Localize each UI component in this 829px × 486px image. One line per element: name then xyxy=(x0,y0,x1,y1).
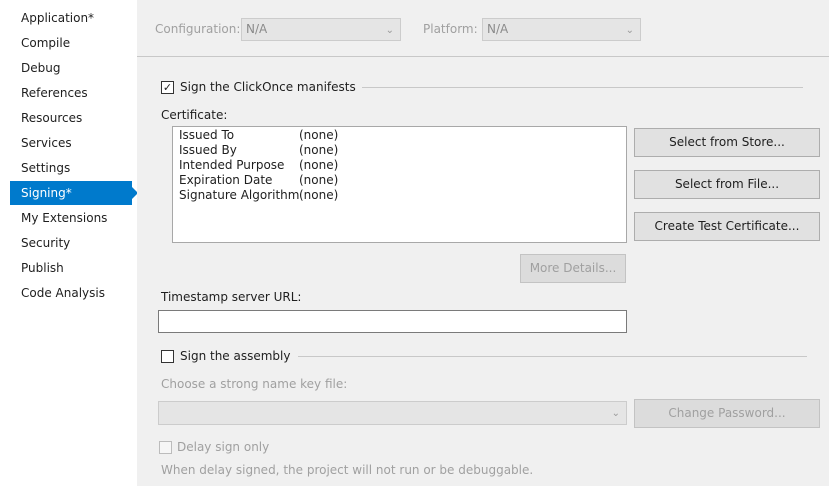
cert-field-value: (none) xyxy=(299,188,339,202)
sign-assembly-checkbox[interactable] xyxy=(161,350,174,363)
change-password-button[interactable]: Change Password... xyxy=(634,399,820,428)
timestamp-url-label: Timestamp server URL: xyxy=(161,290,302,304)
cert-field-value: (none) xyxy=(299,143,339,157)
sidebar-item-security[interactable]: Security xyxy=(10,231,132,255)
sidebar-item-settings[interactable]: Settings xyxy=(10,156,132,180)
sidebar-item-code-analysis[interactable]: Code Analysis xyxy=(10,281,132,305)
strong-name-key-dropdown[interactable]: ⌄ xyxy=(158,401,627,425)
toolbar-divider xyxy=(137,56,829,57)
signing-page: Configuration: N/A ⌄ Platform: N/A ⌄ ✓ S… xyxy=(137,0,829,486)
sign-clickonce-label: Sign the ClickOnce manifests xyxy=(180,80,356,94)
cert-field-key: Issued By xyxy=(179,143,237,157)
assembly-section-rule xyxy=(298,356,807,357)
cert-field-key: Intended Purpose xyxy=(179,158,285,172)
configuration-dropdown[interactable]: N/A ⌄ xyxy=(241,18,401,41)
sidebar-item-my-extensions[interactable]: My Extensions xyxy=(10,206,132,230)
sign-clickonce-checkbox[interactable]: ✓ xyxy=(161,81,174,94)
chevron-down-icon: ⌄ xyxy=(611,408,620,419)
configuration-value: N/A xyxy=(246,22,268,36)
delay-sign-checkbox[interactable] xyxy=(159,441,172,454)
select-from-file-button[interactable]: Select from File... xyxy=(634,170,820,199)
project-properties-sidebar: Application* Compile Debug References Re… xyxy=(0,0,138,486)
sidebar-item-signing[interactable]: Signing* xyxy=(10,181,138,205)
platform-label: Platform: xyxy=(423,22,478,36)
create-test-certificate-button[interactable]: Create Test Certificate... xyxy=(634,212,820,241)
cert-field-value: (none) xyxy=(299,128,339,142)
checkmark-icon: ✓ xyxy=(162,81,173,94)
platform-dropdown[interactable]: N/A ⌄ xyxy=(482,18,641,41)
strong-name-key-label: Choose a strong name key file: xyxy=(161,377,348,391)
sidebar-item-debug[interactable]: Debug xyxy=(10,56,132,80)
cert-field-key: Expiration Date xyxy=(179,173,273,187)
sign-assembly-label: Sign the assembly xyxy=(180,349,291,363)
sidebar-item-references[interactable]: References xyxy=(10,81,132,105)
more-details-button[interactable]: More Details... xyxy=(520,254,626,283)
configuration-label: Configuration: xyxy=(155,22,241,36)
chevron-down-icon: ⌄ xyxy=(625,25,634,36)
cert-field-key: Signature Algorithm xyxy=(179,188,300,202)
sidebar-item-compile[interactable]: Compile xyxy=(10,31,132,55)
cert-field-value: (none) xyxy=(299,158,339,172)
cert-field-key: Issued To xyxy=(179,128,235,142)
certificate-label: Certificate: xyxy=(161,108,228,122)
delay-sign-note: When delay signed, the project will not … xyxy=(161,463,534,477)
timestamp-url-input[interactable] xyxy=(158,310,627,333)
sidebar-item-application[interactable]: Application* xyxy=(10,6,132,30)
sidebar-item-services[interactable]: Services xyxy=(10,131,132,155)
select-from-store-button[interactable]: Select from Store... xyxy=(634,128,820,157)
chevron-down-icon: ⌄ xyxy=(385,25,394,36)
sidebar-item-resources[interactable]: Resources xyxy=(10,106,132,130)
clickonce-section-rule xyxy=(362,87,803,88)
cert-field-value: (none) xyxy=(299,173,339,187)
certificate-details-box: Issued To (none) Issued By (none) Intend… xyxy=(172,126,627,243)
sidebar-item-publish[interactable]: Publish xyxy=(10,256,132,280)
delay-sign-label: Delay sign only xyxy=(177,440,270,454)
platform-value: N/A xyxy=(487,22,509,36)
